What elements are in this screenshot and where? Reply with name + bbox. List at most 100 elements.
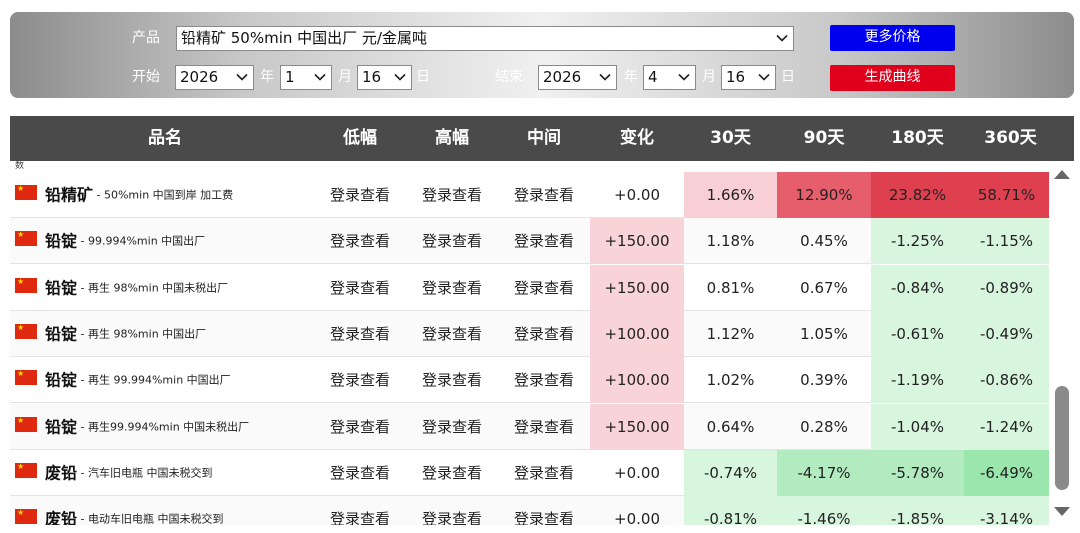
chevron-down-icon — [314, 73, 326, 81]
cell-high[interactable]: 登录查看 — [406, 496, 498, 525]
col-header-low: 低幅 — [343, 128, 377, 148]
col-header-high: 高幅 — [435, 128, 469, 148]
cell-360d: -0.86% — [964, 357, 1049, 404]
product-name-cell[interactable]: ★ 废铅 - 汽车旧电瓶 中国未税交到 — [15, 450, 212, 496]
product-name-cell[interactable]: ★ 铅锭 - 再生 98%min 中国出厂 — [15, 311, 206, 357]
cell-mid[interactable]: 登录查看 — [498, 172, 590, 218]
table-row[interactable]: ★ 废铅 - 汽车旧电瓶 中国未税交到 登录查看 登录查看 登录查看 +0.00 -0.74… — [10, 449, 1049, 496]
product-name-cell[interactable]: ★ 铅锭 - 再生 99.994%min 中国出厂 — [15, 357, 231, 403]
china-flag-icon: ★ — [15, 369, 37, 386]
cell-low[interactable]: 登录查看 — [314, 450, 406, 496]
scrollbar-thumb[interactable] — [1055, 386, 1069, 490]
separator: - — [77, 373, 88, 387]
start-year-select[interactable]: 2026 — [175, 65, 254, 90]
end-day-unit: 日 — [781, 69, 795, 85]
end-month-value: 4 — [648, 68, 658, 86]
more-prices-button[interactable]: 更多价格 — [830, 25, 955, 51]
cell-90d: 0.39% — [800, 371, 848, 390]
cell-mid[interactable]: 登录查看 — [498, 357, 590, 403]
cell-low[interactable]: 登录查看 — [314, 311, 406, 357]
product-name[interactable]: 铅锭 — [45, 324, 77, 343]
table-row[interactable]: ★ 铅锭 - 再生 98%min 中国未税出厂 登录查看 登录查看 登录查看 +150.0… — [10, 264, 1049, 311]
cell-high[interactable]: 登录查看 — [406, 357, 498, 403]
table-row[interactable]: ★ 铅锭 - 再生 99.994%min 中国出厂 登录查看 登录查看 登录查看 +100… — [10, 357, 1049, 404]
table-row[interactable]: ★ 铅精矿 - 50%min 中国到岸 加工费 登录查看 登录查看 登录查看 +0.00 1… — [10, 172, 1049, 218]
end-day-select[interactable]: 16 — [721, 65, 776, 90]
product-name[interactable]: 废铅 — [45, 510, 77, 525]
cell-high[interactable]: 登录查看 — [406, 311, 498, 357]
cell-360d: -1.24% — [964, 403, 1049, 450]
cell-mid[interactable]: 登录查看 — [498, 496, 590, 525]
start-year-unit: 年 — [260, 69, 274, 85]
start-month-select[interactable]: 1 — [280, 65, 332, 90]
cell-high[interactable]: 登录查看 — [406, 265, 498, 311]
end-year-value: 2026 — [543, 68, 582, 86]
cell-low[interactable]: 登录查看 — [314, 218, 406, 264]
cell-mid[interactable]: 登录查看 — [498, 218, 590, 264]
cell-mid[interactable]: 登录查看 — [498, 265, 590, 311]
product-select-value: 铅精矿 50%min 中国出厂 元/金属吨 — [181, 29, 427, 47]
cell-low[interactable]: 登录查看 — [314, 357, 406, 403]
table-row[interactable]: ★ 铅锭 - 再生99.994%min 中国未税出厂 登录查看 登录查看 登录查看 +15… — [10, 403, 1049, 450]
product-spec: 再生99.994%min 中国未税出厂 — [87, 420, 250, 433]
product-name[interactable]: 铅锭 — [45, 371, 77, 390]
cell-change: +0.00 — [614, 186, 660, 204]
start-month-value: 1 — [285, 68, 295, 86]
start-day-unit: 日 — [416, 69, 430, 85]
china-flag-icon: ★ — [15, 184, 37, 200]
product-name[interactable]: 铅锭 — [45, 232, 77, 251]
product-name-cell[interactable]: ★ 废铅 - 电动车旧电瓶 中国未税交到 — [15, 496, 223, 525]
china-flag-icon: ★ — [15, 508, 37, 525]
price-table-body: 数 ★ 铅精矿 - 50%min 中国到岸 加工费 登录查看 登录查看 登录查看 +0.0… — [10, 161, 1049, 525]
cell-mid[interactable]: 登录查看 — [498, 404, 590, 450]
product-name[interactable]: 铅锭 — [45, 417, 77, 436]
cell-high[interactable]: 登录查看 — [406, 172, 498, 218]
product-select[interactable]: 铅精矿 50%min 中国出厂 元/金属吨 — [176, 26, 794, 51]
end-year-unit: 年 — [624, 69, 638, 85]
chevron-down-icon — [758, 73, 770, 81]
cell-high[interactable]: 登录查看 — [406, 404, 498, 450]
cell-mid[interactable]: 登录查看 — [498, 311, 590, 357]
product-name[interactable]: 废铅 — [45, 463, 77, 482]
generate-curve-button[interactable]: 生成曲线 — [830, 65, 955, 91]
clipped-row-fragment: 数 — [15, 161, 25, 171]
product-name[interactable]: 铅精矿 — [45, 186, 93, 205]
scroll-down-arrow[interactable] — [1054, 507, 1070, 516]
product-name-cell[interactable]: ★ 铅锭 - 99.994%min 中国出厂 — [15, 218, 205, 264]
end-year-select[interactable]: 2026 — [538, 65, 617, 90]
start-label: 开始 — [132, 69, 160, 85]
cell-low[interactable]: 登录查看 — [314, 172, 406, 218]
cell-90d: 1.05% — [800, 324, 848, 343]
cell-low[interactable]: 登录查看 — [314, 404, 406, 450]
separator: - — [77, 420, 88, 433]
cell-low[interactable]: 登录查看 — [314, 265, 406, 311]
cell-high[interactable]: 登录查看 — [406, 450, 498, 496]
scroll-up-arrow[interactable] — [1054, 170, 1070, 179]
table-row[interactable]: ★ 铅锭 - 99.994%min 中国出厂 登录查看 登录查看 登录查看 +150.00… — [10, 218, 1049, 265]
cell-360d: -0.49% — [964, 310, 1049, 357]
cell-180d: -5.78% — [871, 449, 964, 496]
cell-high[interactable]: 登录查看 — [406, 218, 498, 264]
start-day-select[interactable]: 16 — [357, 65, 412, 90]
cell-mid[interactable]: 登录查看 — [498, 450, 590, 496]
cell-30d: 0.81% — [706, 278, 755, 297]
cell-change: +0.00 — [614, 463, 660, 482]
price-filter-panel: 产品 铅精矿 50%min 中国出厂 元/金属吨 更多价格 开始 2026 年 … — [10, 12, 1074, 98]
col-header-change: 变化 — [620, 128, 654, 148]
product-name[interactable]: 铅锭 — [45, 278, 77, 297]
table-row[interactable]: ★ 铅锭 - 再生 98%min 中国出厂 登录查看 登录查看 登录查看 +100.00 1… — [10, 310, 1049, 357]
cell-30d: -0.81% — [684, 496, 777, 525]
separator: - — [93, 188, 104, 202]
col-header-30d: 30天 — [710, 128, 751, 148]
cell-180d: -1.19% — [871, 357, 964, 404]
product-name-cell[interactable]: ★ 铅精矿 - 50%min 中国到岸 加工费 — [15, 172, 233, 218]
product-spec: 99.994%min 中国出厂 — [87, 234, 206, 248]
cell-low[interactable]: 登录查看 — [314, 496, 406, 525]
product-name-cell[interactable]: ★ 铅锭 - 再生 98%min 中国未税出厂 — [15, 265, 228, 311]
col-header-mid: 中间 — [527, 128, 561, 148]
table-row[interactable]: ★ 废铅 - 电动车旧电瓶 中国未税交到 登录查看 登录查看 登录查看 +0.00 -0.8… — [10, 496, 1049, 525]
product-name-cell[interactable]: ★ 铅锭 - 再生99.994%min 中国未税出厂 — [15, 404, 249, 450]
product-label: 产品 — [132, 30, 160, 46]
china-flag-icon: ★ — [15, 277, 37, 293]
end-month-select[interactable]: 4 — [643, 65, 696, 90]
